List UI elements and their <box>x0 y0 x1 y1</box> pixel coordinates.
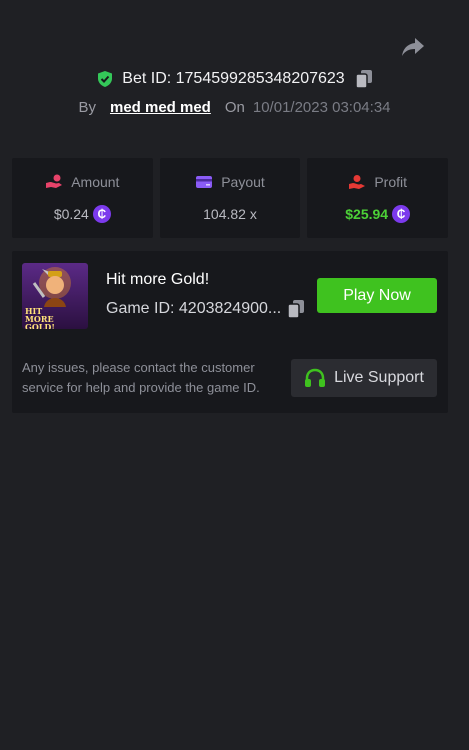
shield-check-icon <box>98 71 113 87</box>
hand-money-icon <box>349 175 366 189</box>
on-label: On <box>224 98 245 116</box>
profit-label: Profit <box>374 174 408 190</box>
bet-details-page: Bet ID: 1754599285348207623 By med med m… <box>0 0 469 750</box>
play-now-button[interactable]: Play Now <box>317 278 437 313</box>
bet-id: Bet ID: 1754599285348207623 <box>122 70 345 87</box>
payout-value: 104.82 x <box>203 206 257 222</box>
headphones-icon <box>305 368 326 387</box>
copy-bet-id-button[interactable] <box>354 69 373 89</box>
coin-icon: ₵ <box>92 205 111 223</box>
username-link[interactable]: med med med <box>110 99 211 116</box>
copy-game-id-button[interactable] <box>287 299 305 319</box>
share-button[interactable] <box>399 34 427 60</box>
copy-icon <box>287 300 305 319</box>
live-support-button[interactable]: Live Support <box>291 359 437 397</box>
hand-coin-icon <box>46 174 63 188</box>
bet-timestamp: 10/01/2023 03:04:34 <box>252 98 391 116</box>
amount-value: $0.24 <box>53 206 89 222</box>
stats-row: Amount $0.24 ₵ Payout 104.82 x Profit $2… <box>12 158 449 238</box>
thumbnail-logo: HIT MORE GOLD! <box>25 306 55 329</box>
game-title: Hit more Gold! <box>106 271 210 288</box>
copy-icon <box>354 70 372 89</box>
payout-card: Payout 104.82 x <box>159 158 301 238</box>
share-arrow-icon <box>402 38 424 56</box>
payout-label: Payout <box>221 174 265 190</box>
coin-icon: ₵ <box>392 205 411 223</box>
game-id-row: Game ID: 4203824900... <box>106 299 305 319</box>
game-thumbnail[interactable]: HIT MORE GOLD! <box>22 263 88 329</box>
live-support-label: Live Support <box>334 369 424 386</box>
bet-meta-row: By med med med On 10/01/2023 03:04:34 <box>0 95 469 119</box>
profit-value: $25.94 <box>345 206 389 222</box>
game-id: Game ID: 4203824900... <box>106 300 282 317</box>
card-icon <box>196 176 213 188</box>
game-panel: HIT MORE GOLD! Hit more Gold! Game ID: 4… <box>12 251 448 413</box>
profit-card: Profit $25.94 ₵ <box>307 158 449 238</box>
amount-label: Amount <box>71 174 120 190</box>
support-message: Any issues, please contact the customer … <box>22 360 260 395</box>
by-label: By <box>78 98 96 116</box>
bet-id-row: Bet ID: 1754599285348207623 <box>0 66 469 92</box>
amount-card: Amount $0.24 ₵ <box>12 158 153 238</box>
